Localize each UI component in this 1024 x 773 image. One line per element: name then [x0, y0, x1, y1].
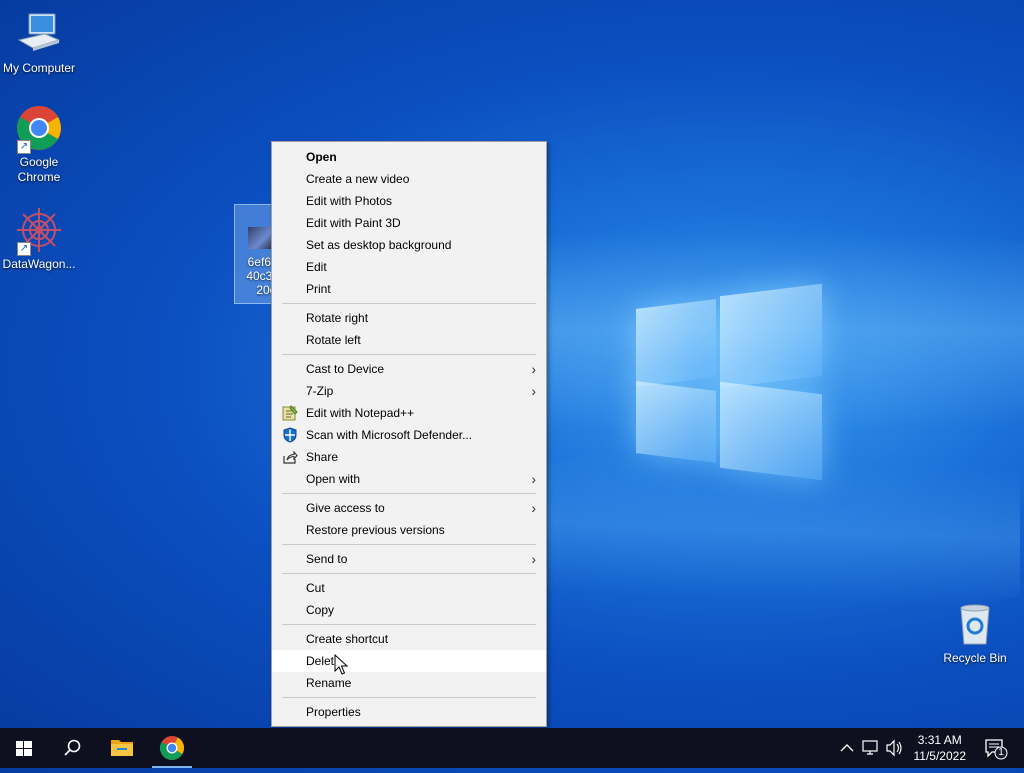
- windows-start-icon: [16, 741, 32, 756]
- menu-item-set-background[interactable]: Set as desktop background: [272, 234, 546, 256]
- menu-item-open[interactable]: Open: [272, 146, 546, 168]
- chevron-up-icon[interactable]: [840, 744, 854, 752]
- menu-item-label: Edit with Photos: [306, 194, 393, 208]
- action-center-button[interactable]: 1: [972, 728, 1020, 768]
- start-button[interactable]: [0, 728, 48, 768]
- menu-item-7zip[interactable]: 7-Zip ›: [272, 380, 546, 402]
- menu-item-label: Print: [306, 282, 331, 296]
- shortcut-arrow-icon: ↗: [17, 242, 31, 256]
- defender-shield-icon: [282, 427, 298, 443]
- system-tray: [836, 728, 916, 768]
- menu-item-edit-notepadpp[interactable]: Edit with Notepad++: [272, 402, 546, 424]
- desktop-icon-label: Google Chrome: [17, 155, 61, 184]
- chevron-right-icon: ›: [531, 383, 536, 399]
- network-icon[interactable]: [862, 740, 878, 755]
- context-menu: Open Create a new video Edit with Photos…: [271, 141, 547, 727]
- taskbar-chrome[interactable]: [148, 728, 196, 768]
- menu-separator: [282, 354, 536, 355]
- taskbar-file-explorer[interactable]: [98, 728, 146, 768]
- notification-icon: [985, 739, 1008, 760]
- clock-time: 3:31 AM: [917, 733, 962, 747]
- menu-separator: [282, 544, 536, 545]
- menu-item-restore-versions[interactable]: Restore previous versions: [272, 519, 546, 541]
- menu-separator: [282, 697, 536, 698]
- taskbar-clock[interactable]: 3:31 AM 11/5/2022: [914, 732, 967, 764]
- volume-icon[interactable]: [886, 739, 902, 757]
- menu-item-print[interactable]: Print: [272, 278, 546, 300]
- menu-item-label: Open: [306, 150, 337, 164]
- desktop-icon-label: DataWagon...: [2, 257, 76, 271]
- notification-count-badge: 1: [998, 747, 1004, 758]
- share-icon: [282, 449, 298, 465]
- menu-item-delete[interactable]: Delete: [272, 650, 546, 672]
- menu-item-properties[interactable]: Properties: [272, 701, 546, 723]
- menu-item-give-access[interactable]: Give access to ›: [272, 497, 546, 519]
- menu-item-label: Edit: [306, 260, 327, 274]
- menu-item-rotate-right[interactable]: Rotate right: [272, 307, 546, 329]
- menu-item-label: Copy: [306, 603, 335, 617]
- menu-item-share[interactable]: Share: [272, 446, 546, 468]
- chevron-right-icon: ›: [531, 551, 536, 567]
- menu-item-label: Cut: [306, 581, 325, 595]
- menu-item-label: Rename: [306, 676, 352, 690]
- recycle-bin-icon: [951, 600, 999, 648]
- menu-item-scan-defender[interactable]: Scan with Microsoft Defender...: [272, 424, 546, 446]
- shortcut-arrow-icon: ↗: [17, 140, 31, 154]
- menu-item-label: 7-Zip: [306, 384, 334, 398]
- menu-item-label: Give access to: [306, 501, 385, 515]
- menu-item-edit-photos[interactable]: Edit with Photos: [272, 190, 546, 212]
- menu-separator: [282, 303, 536, 304]
- computer-icon: [15, 10, 63, 58]
- menu-item-create-video[interactable]: Create a new video: [272, 168, 546, 190]
- menu-item-label: Edit with Paint 3D: [306, 216, 401, 230]
- menu-item-edit-paint3d[interactable]: Edit with Paint 3D: [272, 212, 546, 234]
- menu-item-copy[interactable]: Copy: [272, 599, 546, 621]
- menu-item-label: Scan with Microsoft Defender...: [306, 428, 473, 442]
- chevron-right-icon: ›: [531, 500, 536, 516]
- taskbar: 3:31 AM 11/5/2022 1: [0, 728, 1024, 768]
- menu-item-label: Edit with Notepad++: [306, 406, 415, 420]
- menu-item-cut[interactable]: Cut: [272, 577, 546, 599]
- menu-item-open-with[interactable]: Open with ›: [272, 468, 546, 490]
- menu-item-label: Share: [306, 450, 339, 464]
- chevron-right-icon: ›: [531, 361, 536, 377]
- desktop-icon-datawagon[interactable]: ↗ DataWagon...: [0, 206, 78, 272]
- notepadpp-icon: [282, 405, 298, 421]
- image-thumbnail: [248, 227, 272, 249]
- desktop-icon-label: My Computer: [2, 61, 76, 75]
- menu-item-label: Create shortcut: [306, 632, 389, 646]
- desktop-icon-recycle-bin[interactable]: Recycle Bin: [936, 600, 1014, 666]
- chrome-icon: ↗: [15, 104, 63, 154]
- menu-item-rename[interactable]: Rename: [272, 672, 546, 694]
- search-button[interactable]: [48, 728, 96, 768]
- desktop-icon-label: Recycle Bin: [943, 651, 1007, 665]
- file-explorer-icon: [111, 740, 133, 756]
- menu-item-label: Set as desktop background: [306, 238, 452, 252]
- menu-item-label: Send to: [306, 552, 348, 566]
- menu-item-edit[interactable]: Edit: [272, 256, 546, 278]
- menu-item-label: Open with: [306, 472, 361, 486]
- datawagon-icon: ↗: [15, 206, 63, 256]
- menu-item-label: Rotate left: [306, 333, 361, 347]
- menu-separator: [282, 573, 536, 574]
- chrome-icon: [159, 736, 185, 761]
- chevron-right-icon: ›: [531, 471, 536, 487]
- menu-item-label: Cast to Device: [306, 362, 385, 376]
- desktop-icon-google-chrome[interactable]: ↗ Google Chrome: [0, 104, 78, 185]
- menu-item-rotate-left[interactable]: Rotate left: [272, 329, 546, 351]
- menu-separator: [282, 493, 536, 494]
- mouse-cursor-icon: [334, 654, 348, 675]
- menu-item-send-to[interactable]: Send to ›: [272, 548, 546, 570]
- search-icon: [64, 739, 81, 756]
- menu-item-label: Rotate right: [306, 311, 369, 325]
- wallpaper-windows-logo: [636, 283, 822, 481]
- menu-item-create-shortcut[interactable]: Create shortcut: [272, 628, 546, 650]
- desktop-icon-my-computer[interactable]: My Computer: [0, 10, 78, 76]
- clock-date: 11/5/2022: [913, 749, 967, 763]
- menu-item-cast-to-device[interactable]: Cast to Device ›: [272, 358, 546, 380]
- menu-item-label: Restore previous versions: [306, 523, 445, 537]
- menu-separator: [282, 624, 536, 625]
- menu-item-label: Properties: [306, 705, 361, 719]
- menu-item-label: Create a new video: [306, 172, 410, 186]
